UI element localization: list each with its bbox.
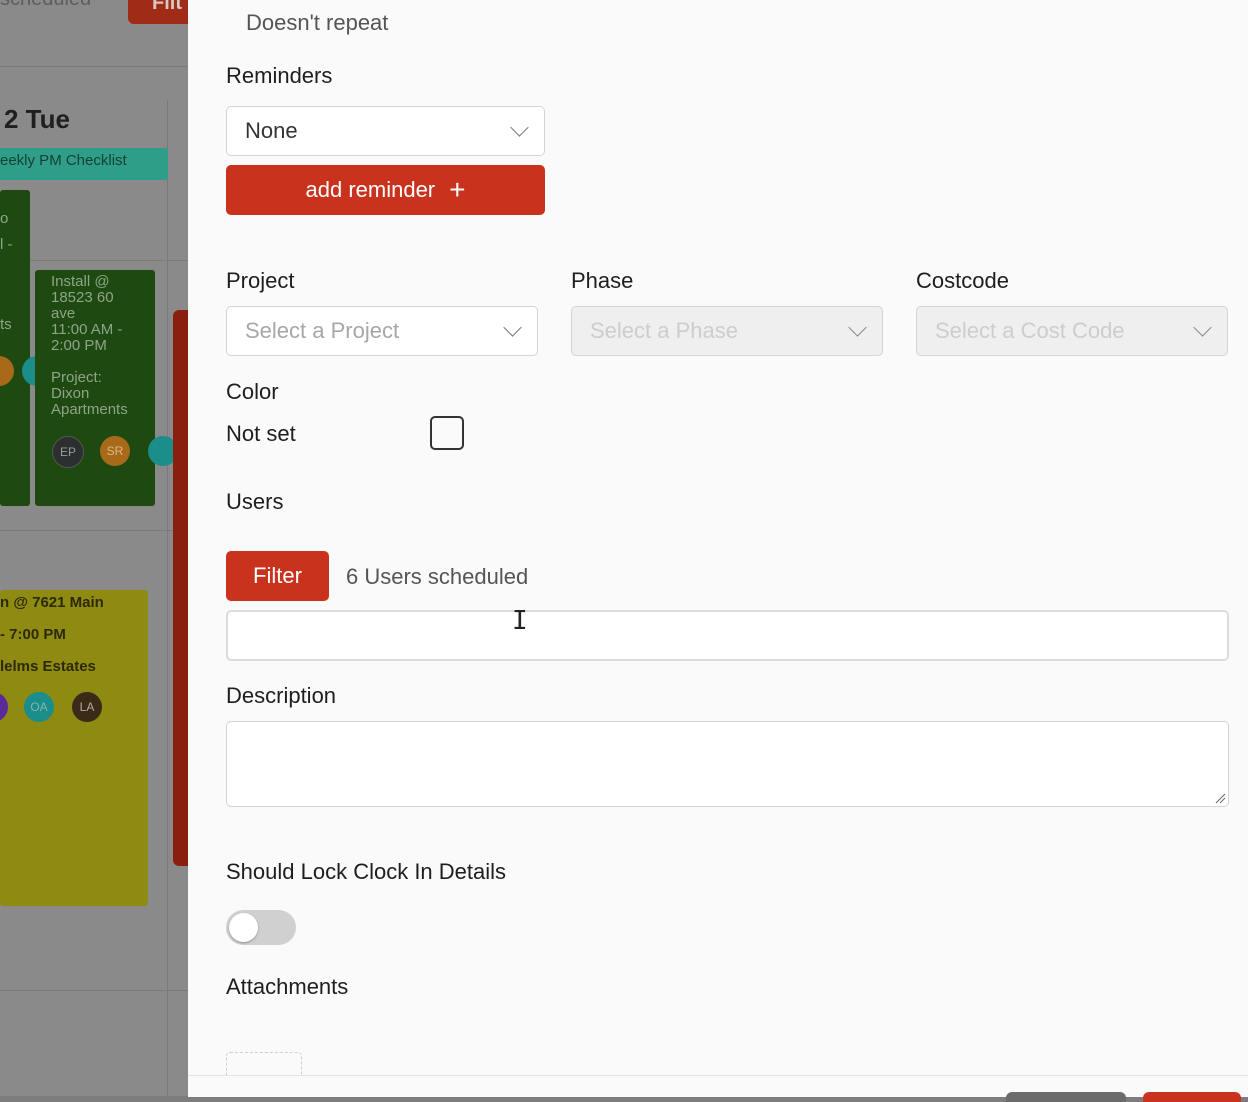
- add-reminder-button[interactable]: add reminder +: [226, 165, 545, 215]
- costcode-placeholder: Select a Cost Code: [935, 318, 1125, 343]
- bg-pm-checklist-event: eekly PM Checklist: [0, 148, 168, 180]
- color-label: Color: [226, 379, 279, 404]
- bg-event-line: 11:00 AM -: [51, 321, 123, 338]
- filter-button-label: Filter: [253, 563, 302, 588]
- bg-event-left-line: l -: [0, 236, 13, 253]
- lock-clock-label: Should Lock Clock In Details: [226, 859, 507, 884]
- bg-filter-button: Filt: [128, 0, 188, 24]
- bg-event-line: Project:: [51, 369, 102, 386]
- reminder-select-value: None: [245, 118, 298, 143]
- bg-scheduled-text: scheduled: [0, 0, 91, 11]
- bg-event-line: - 7:00 PM: [0, 626, 66, 643]
- resize-handle-icon[interactable]: [1214, 792, 1226, 804]
- reminder-select[interactable]: None: [226, 106, 545, 156]
- users-scheduled-count: 6 Users scheduled: [346, 564, 529, 589]
- lock-clock-toggle[interactable]: [226, 910, 296, 945]
- repeat-value[interactable]: Doesn't repeat: [246, 10, 388, 36]
- costcode-label: Costcode: [916, 268, 1009, 293]
- users-input[interactable]: [226, 610, 1229, 661]
- event-drawer: Doesn't repeat Reminders None add remind…: [188, 0, 1248, 1102]
- bg-event-left-line: o: [0, 210, 9, 227]
- save-button[interactable]: [1143, 1092, 1241, 1102]
- toggle-knob: [229, 913, 258, 942]
- bg-avatar-sr: SR: [100, 436, 130, 466]
- bg-event-line: Apartments: [51, 401, 128, 418]
- bg-avatar-la: LA: [72, 692, 102, 722]
- bg-day-header: 2 Tue: [4, 104, 70, 134]
- color-value: Not set: [226, 421, 296, 446]
- phase-label: Phase: [571, 268, 634, 293]
- drawer-footer: [188, 1075, 1248, 1102]
- cancel-button[interactable]: [1006, 1092, 1126, 1102]
- filter-button[interactable]: Filter: [226, 551, 329, 601]
- phase-select[interactable]: Select a Phase: [571, 306, 883, 356]
- plus-icon: +: [449, 174, 466, 205]
- chevron-down-icon: [848, 317, 867, 337]
- calendar-background: scheduled Filt 2 Tue eekly PM Checklist …: [0, 0, 188, 1096]
- bg-event-line: 2:00 PM: [51, 337, 107, 354]
- bg-avatar-oa: OA: [24, 692, 54, 722]
- bg-event-left: o l - ts: [0, 190, 30, 506]
- bg-event-red: [173, 310, 188, 866]
- attachments-label: Attachments: [226, 974, 349, 999]
- bg-event-line: n @ 7621 Main: [0, 594, 104, 611]
- description-textarea[interactable]: [226, 721, 1229, 807]
- bg-avatar-ep: EP: [52, 436, 84, 468]
- bg-event-line: Dixon: [51, 385, 90, 402]
- add-reminder-label: add reminder: [305, 177, 436, 202]
- chevron-down-icon: [1193, 317, 1212, 337]
- bg-event-green: Install @ 18523 60 ave 11:00 AM - 2:00 P…: [35, 270, 155, 506]
- text-cursor-icon: I: [512, 606, 528, 636]
- bg-event-line: lelms Estates: [0, 658, 96, 675]
- project-label: Project: [226, 268, 295, 293]
- reminders-label: Reminders: [226, 63, 333, 88]
- chevron-down-icon: [510, 117, 529, 137]
- phase-placeholder: Select a Phase: [590, 318, 738, 343]
- project-placeholder: Select a Project: [245, 318, 400, 343]
- description-label: Description: [226, 683, 337, 708]
- bg-event-yellow: n @ 7621 Main - 7:00 PM lelms Estates: [0, 590, 148, 906]
- chevron-down-icon: [503, 317, 522, 337]
- costcode-select[interactable]: Select a Cost Code: [916, 306, 1228, 356]
- bg-event-line: ave: [51, 305, 76, 322]
- project-select[interactable]: Select a Project: [226, 306, 538, 356]
- bg-event-line: 18523 60: [51, 289, 114, 306]
- bg-event-left-line: ts: [0, 316, 12, 333]
- bg-event-line: Install @: [51, 273, 110, 290]
- color-swatch[interactable]: [430, 416, 464, 450]
- users-label: Users: [226, 489, 284, 514]
